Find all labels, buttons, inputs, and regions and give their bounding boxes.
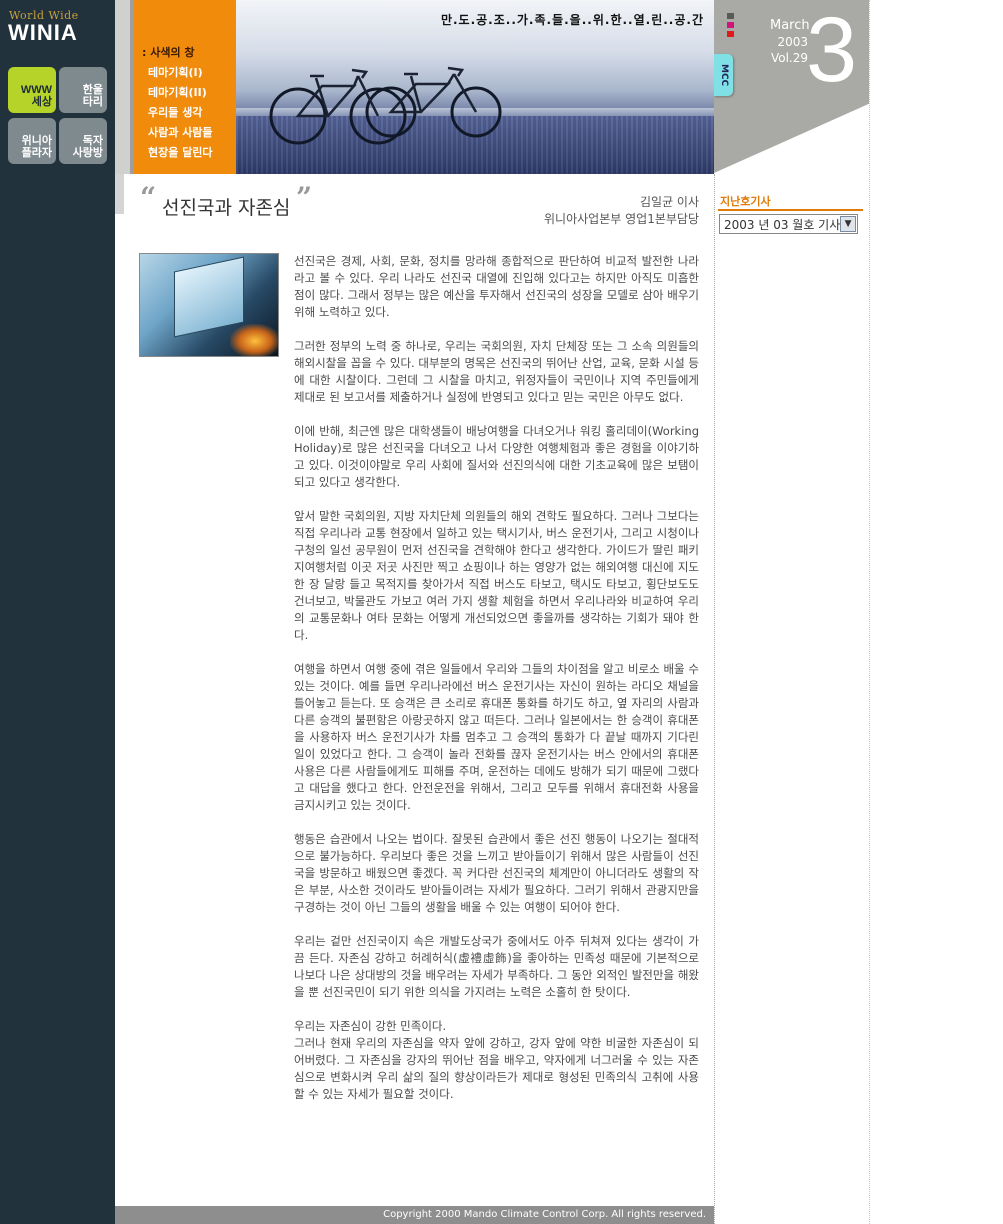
article-paragraph: 이에 반해, 최근엔 많은 대학생들이 배낭여행을 다녀오거나 워킹 홀리데이(… (294, 424, 699, 489)
issue-month: March (770, 18, 810, 33)
article-paragraph: 앞서 말한 국회의원, 지방 자치단체 의원들의 해외 견학도 필요하다. 그러… (294, 509, 699, 642)
nav-hanultari-button[interactable]: 한울 타리 (59, 67, 107, 113)
photo-glow (230, 324, 278, 356)
past-issues-selected: 2003 년 03 월호 기사 (724, 217, 841, 232)
section-menu: : 사색의 창 테마기획(I) 테마기획(II) 우리들 생각 사람과 사람들 … (134, 0, 236, 174)
mcc-tab[interactable]: MCC (714, 54, 733, 96)
header-banner: 만.도.공.조..가.족.들.을..위.한..열.린..공.간 (236, 0, 714, 174)
square-icon (727, 31, 734, 37)
banner-slogan: 만.도.공.조..가.족.들.을..위.한..열.린..공.간 (440, 13, 704, 27)
close-quote-icon: ” (296, 181, 313, 214)
past-issues-select[interactable]: 2003 년 03 월호 기사 ▼ (719, 214, 858, 234)
article-department: 위니아사업본부 영업1본부담당 (544, 212, 699, 226)
article-paragraph: 그러한 정부의 노력 중 하나로, 우리는 국회의원, 자치 단체장 또는 그 … (294, 339, 699, 404)
winia-logo[interactable]: WINIA (8, 20, 78, 46)
square-icon (727, 22, 734, 28)
chevron-down-icon[interactable]: ▼ (840, 216, 856, 232)
article-paragraph: 선진국은 경제, 사회, 문화, 정치를 망라해 종합적으로 판단하여 비교적 … (294, 254, 699, 319)
content-strip (115, 174, 124, 214)
menu-title: : 사색의 창 (142, 46, 195, 59)
menu-item-theme1[interactable]: 테마기획(I) (148, 64, 203, 80)
menu-item-theme2[interactable]: 테마기획(II) (148, 84, 207, 100)
article-title: 선진국과 자존심 (162, 197, 291, 219)
article-paragraph: 여행을 하면서 여행 중에 겪은 일들에서 우리와 그들의 차이점을 알고 비로… (294, 662, 699, 812)
menu-item-field[interactable]: 현장을 달린다 (148, 144, 213, 160)
issue-panel: March 2003 Vol.29 3 MCC (714, 0, 869, 173)
article-paragraph: 우리는 겉만 선진국이지 속은 개발도상국가 중에서도 아주 뒤쳐져 있다는 생… (294, 934, 699, 999)
past-issues-title: 지난호기사 (720, 195, 771, 208)
content-divider (714, 174, 715, 1224)
past-issues-divider (718, 209, 863, 211)
issue-number: 3 (806, 0, 858, 101)
issue-volume: Vol.29 (770, 51, 808, 65)
footer-bar: Copyright 2000 Mando Climate Control Cor… (115, 1206, 714, 1224)
article-paragraph: 우리는 자존심이 강한 민족이다. 그러나 현재 우리의 자존심을 약자 앞에 … (294, 1019, 699, 1101)
article-author: 김일균 이사 (639, 195, 699, 209)
issue-year: 2003 (777, 35, 808, 49)
article-photo (139, 253, 279, 357)
page-edge-divider (869, 0, 870, 1224)
left-sidebar: World Wide WINIA WWW 세상 한울 타리 위니아 플라자 독자… (0, 0, 115, 1224)
menu-item-our-thoughts[interactable]: 우리들 생각 (148, 104, 202, 120)
open-quote-icon: “ (140, 181, 157, 214)
nav-www-world-button[interactable]: WWW 세상 (8, 67, 56, 113)
menu-item-people[interactable]: 사람과 사람들 (148, 124, 213, 140)
square-icon (727, 13, 734, 19)
nav-reader-room-button[interactable]: 독자 사랑방 (59, 118, 107, 164)
article-body: 선진국은 경제, 사회, 문화, 정치를 망라해 종합적으로 판단하여 비교적 … (294, 253, 699, 1120)
nav-winia-plaza-button[interactable]: 위니아 플라자 (8, 118, 56, 164)
copyright-text: Copyright 2000 Mando Climate Control Cor… (383, 1209, 706, 1220)
bicycles-image (269, 66, 502, 145)
article-paragraph: 행동은 습관에서 나오는 법이다. 잘못된 습관에서 좋은 선진 행동이 나오기… (294, 832, 699, 914)
